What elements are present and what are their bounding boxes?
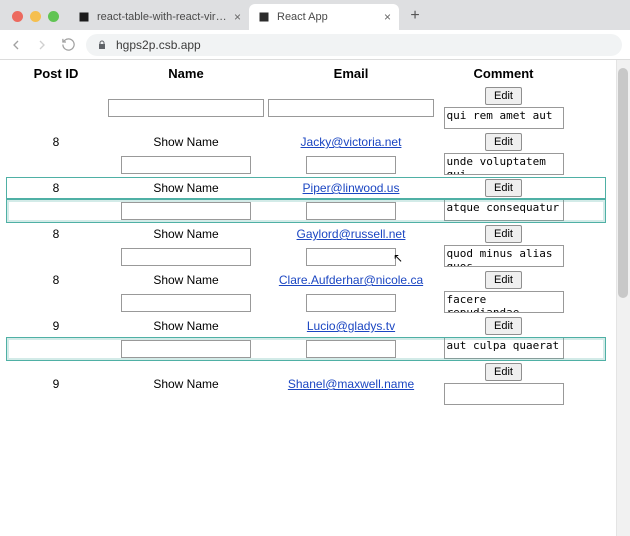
edit-button[interactable]: Edit (485, 225, 522, 243)
edit-name-input[interactable] (121, 340, 251, 358)
cell-email: Lucio@gladys.tv (266, 315, 436, 337)
lock-icon (96, 39, 108, 51)
comment-textarea[interactable]: unde voluptatem qui (444, 153, 564, 175)
edit-name-input[interactable] (121, 202, 251, 220)
email-link[interactable]: Clare.Aufderhar@nicole.ca (279, 273, 423, 287)
comment-textarea[interactable]: quod minus alias quos (444, 245, 564, 267)
email-link[interactable]: Lucio@gladys.tv (307, 319, 395, 333)
browser-toolbar: hgps2p.csb.app (0, 30, 630, 60)
maximize-window-icon[interactable] (48, 11, 59, 22)
edit-name-input[interactable] (121, 294, 251, 312)
tab-strip: react-table-with-react-virtuos × React A… (69, 0, 630, 30)
edit-email-input[interactable] (306, 202, 396, 220)
email-link[interactable]: Gaylord@russell.net (297, 227, 406, 241)
address-text: hgps2p.csb.app (116, 38, 201, 52)
cell-name[interactable]: Show Name (106, 269, 266, 291)
edit-button[interactable]: Edit (485, 363, 522, 381)
react-favicon-icon (257, 10, 271, 24)
edit-email-input[interactable] (306, 248, 396, 266)
tab-inactive[interactable]: react-table-with-react-virtuos × (69, 4, 249, 30)
cell-email: Gaylord@russell.net (266, 223, 436, 245)
cell-post-id: 8 (6, 131, 106, 153)
cell-name[interactable]: Show Name (106, 131, 266, 153)
header-email[interactable]: Email (266, 62, 436, 85)
comment-textarea[interactable] (444, 383, 564, 405)
table-row: 9Show Name Shanel@maxwell.name Edit (6, 361, 606, 407)
cell-name[interactable]: Show Name (106, 361, 266, 407)
table-row: 8Show NamePiper@linwood.usEditatque cons… (6, 177, 606, 199)
edit-email-input[interactable] (306, 294, 396, 312)
edit-button[interactable]: Edit (485, 179, 522, 197)
edit-name-input[interactable] (121, 156, 251, 174)
table-row: 8Show NameGaylord@russell.netEditquod mi… (6, 223, 606, 245)
edit-button[interactable]: Edit (485, 87, 522, 105)
reload-icon[interactable] (60, 37, 76, 53)
data-table: Post ID Name Email Comment (6, 62, 606, 407)
codesandbox-favicon-icon (77, 10, 91, 24)
traffic-lights (0, 11, 69, 30)
edit-email-input[interactable] (306, 340, 396, 358)
header-name[interactable]: Name (106, 62, 266, 85)
new-tab-button[interactable]: + (403, 4, 427, 28)
header-comment-label: Comment (474, 66, 534, 81)
email-link[interactable]: Piper@linwood.us (303, 181, 400, 195)
back-icon[interactable] (8, 37, 24, 53)
cell-name[interactable]: Show Name (106, 223, 266, 245)
address-bar[interactable]: hgps2p.csb.app (86, 34, 622, 56)
cell-name[interactable]: Show Name (106, 315, 266, 337)
cell-post-id: 8 (6, 269, 106, 291)
close-tab-icon[interactable]: × (384, 10, 391, 24)
tab-label: react-table-with-react-virtuos (97, 11, 228, 23)
cell-post-id: 9 (6, 315, 106, 337)
close-tab-icon[interactable]: × (234, 10, 241, 24)
cell-email: Clare.Aufderhar@nicole.ca (266, 269, 436, 291)
table-row: 8Show NameJacky@victoria.netEditunde vol… (6, 131, 606, 153)
edit-email-input[interactable] (306, 156, 396, 174)
header-post-id[interactable]: Post ID (6, 62, 106, 85)
cell-email: Jacky@victoria.net (266, 131, 436, 153)
edit-button[interactable]: Edit (485, 133, 522, 151)
comment-textarea[interactable]: aut culpa quaerat (444, 337, 564, 359)
table-row: 8Show NameClare.Aufderhar@nicole.caEditf… (6, 269, 606, 291)
cell-name[interactable]: Show Name (106, 177, 266, 199)
forward-icon[interactable] (34, 37, 50, 53)
window-titlebar: react-table-with-react-virtuos × React A… (0, 0, 630, 30)
filter-email-input[interactable] (268, 99, 434, 117)
email-link[interactable]: Shanel@maxwell.name (288, 377, 414, 391)
comment-textarea[interactable] (444, 107, 564, 129)
header-comment[interactable]: Comment (436, 62, 571, 85)
filter-name-input[interactable] (108, 99, 264, 117)
cell-post-id: 8 (6, 177, 106, 199)
cell-email: Piper@linwood.us (266, 177, 436, 199)
email-link[interactable]: Jacky@victoria.net (301, 135, 402, 149)
edit-name-input[interactable] (121, 248, 251, 266)
table-row: 9Show NameLucio@gladys.tvEditaut culpa q… (6, 315, 606, 337)
tab-active[interactable]: React App × (249, 4, 399, 30)
tab-label: React App (277, 11, 378, 23)
cell-email: Shanel@maxwell.name (266, 361, 436, 407)
comment-textarea[interactable]: atque consequatur (444, 199, 564, 221)
edit-button[interactable]: Edit (485, 317, 522, 335)
close-window-icon[interactable] (12, 11, 23, 22)
comment-textarea[interactable]: facere repudiandae (444, 291, 564, 313)
cell-post-id: 8 (6, 223, 106, 245)
cell-post-id: 9 (6, 361, 106, 407)
edit-button[interactable]: Edit (485, 271, 522, 289)
minimize-window-icon[interactable] (30, 11, 41, 22)
